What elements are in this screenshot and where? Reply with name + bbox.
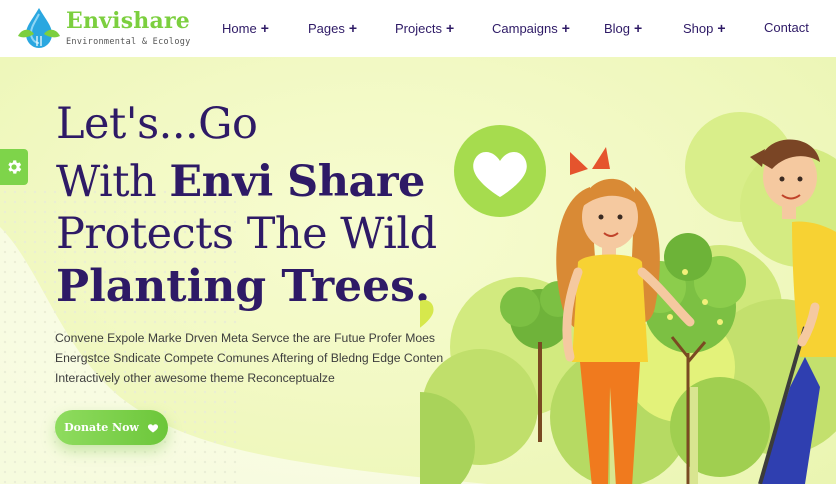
- site-header: Envishare Environmental & Ecology Home + …: [0, 0, 836, 57]
- nav-item-label: Home: [222, 21, 257, 36]
- tree-planting-illustration: [420, 112, 836, 484]
- plus-icon: +: [561, 20, 570, 36]
- nav-item-blog[interactable]: Blog +: [604, 20, 642, 36]
- hero-description: Convene Expole Marke Drven Meta Servce t…: [55, 331, 444, 385]
- headline-line-2-prefix: With: [56, 157, 170, 207]
- heart-badge-icon: [454, 125, 546, 217]
- headline-line-3: Protects The Wild: [56, 209, 437, 259]
- donate-button-label: Donate Now: [64, 421, 139, 434]
- nav-item-label: Campaigns: [492, 21, 558, 36]
- nav-item-label: Pages: [308, 21, 345, 36]
- settings-toggle-button[interactable]: [0, 149, 28, 185]
- nav-item-campaigns[interactable]: Campaigns +: [492, 20, 570, 36]
- plus-icon: +: [445, 20, 455, 36]
- heart-icon: [147, 423, 158, 432]
- donate-now-button[interactable]: Donate Now: [55, 410, 168, 445]
- main-nav: Home + Pages + Projects + Campaigns + Blog + …: [0, 20, 836, 38]
- brand-tagline: Environmental & Ecology: [66, 37, 191, 47]
- nav-item-contact[interactable]: Contact: [764, 20, 809, 35]
- gear-icon: [8, 160, 22, 174]
- nav-item-label: Blog: [604, 21, 631, 36]
- plus-icon: +: [717, 20, 726, 36]
- nav-item-label: Projects: [395, 21, 442, 36]
- nav-item-label: Shop: [683, 21, 714, 36]
- headline-line-4: Planting Trees.: [56, 261, 431, 312]
- nav-item-shop[interactable]: Shop +: [683, 20, 726, 36]
- plus-icon: +: [260, 20, 269, 36]
- headline-line-2: With Envi Share: [56, 157, 425, 207]
- hero-section: Let's...Go With Envi Share Protects The …: [0, 57, 836, 484]
- nav-item-home[interactable]: Home +: [222, 20, 269, 36]
- headline-line-1: Let's...Go: [56, 99, 258, 149]
- headline-brand: Envi Share: [169, 157, 425, 207]
- nav-item-projects[interactable]: Projects +: [395, 20, 454, 36]
- nav-item-label: Contact: [764, 20, 809, 35]
- plus-icon: +: [634, 20, 643, 36]
- nav-item-pages[interactable]: Pages +: [308, 20, 357, 36]
- plus-icon: +: [348, 20, 358, 36]
